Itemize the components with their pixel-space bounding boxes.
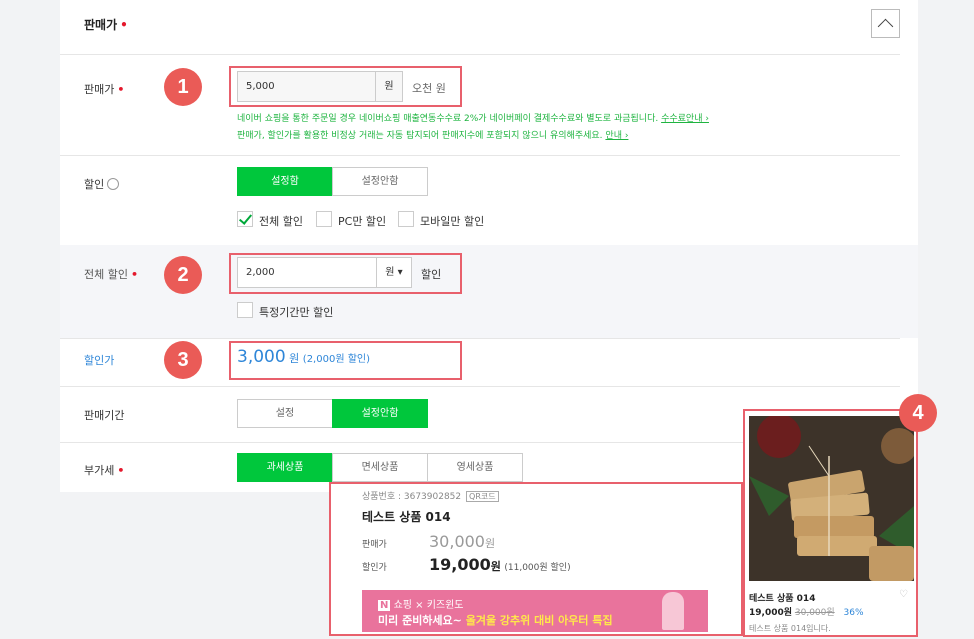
step-badge-1: 1 [164, 68, 202, 106]
all-discount-checkbox[interactable] [237, 211, 253, 227]
product-preview-card: 상품번호 : 3673902852 QR코드 테스트 상품 014 판매가 30… [329, 482, 743, 636]
highlight-box-3 [229, 341, 462, 380]
info-icon[interactable] [107, 178, 120, 190]
period-discount-checkbox[interactable] [237, 302, 253, 318]
step-badge-2: 2 [164, 256, 202, 294]
child-model-image [662, 592, 684, 630]
preview-price: 30,000원 [429, 532, 496, 551]
total-discount-label: 전체 할인 • [84, 268, 139, 281]
pc-discount-checkbox[interactable] [316, 211, 332, 227]
preview-product-name: 테스트 상품 014 [362, 510, 451, 524]
pc-discount-label: PC만 할인 [338, 215, 387, 228]
sale-price-label: 판매가 • [84, 83, 125, 96]
vat-exempt-button[interactable]: 면세상품 [332, 453, 428, 482]
mobile-discount-checkbox[interactable] [398, 211, 414, 227]
discount-price-label: 할인가 [84, 354, 115, 367]
banner-line-1: N 쇼핑 × 키즈윈도 [378, 600, 464, 611]
mobile-discount-label: 모바일만 할인 [420, 215, 485, 228]
vat-label: 부가세 • [84, 464, 125, 477]
discount-off-button[interactable]: 설정안함 [332, 167, 428, 196]
collapse-button[interactable] [871, 9, 900, 38]
all-discount-label: 전체 할인 [259, 215, 303, 228]
sale-period-on-button[interactable]: 설정 [237, 399, 333, 428]
chevron-up-icon [877, 18, 894, 35]
banner-line-2: 미리 준비하세요~ 올겨울 강추위 대비 아우터 특집 [378, 614, 613, 627]
fee-link[interactable]: 수수료안내 › [661, 114, 709, 124]
divider [60, 155, 900, 156]
preview-discount-label: 할인가 [362, 563, 387, 573]
discount-label: 할인 [84, 176, 120, 192]
sale-period-label: 판매기간 [84, 409, 125, 422]
cookie-product-image [749, 416, 914, 581]
qr-code-button[interactable]: QR코드 [466, 491, 499, 502]
abuse-link[interactable]: 안내 › [605, 131, 628, 141]
period-discount-label: 특정기간만 할인 [259, 306, 334, 319]
vat-zero-button[interactable]: 영세상품 [427, 453, 523, 482]
heart-icon[interactable]: ♡ [899, 589, 908, 600]
highlight-box-2 [229, 253, 462, 294]
divider [60, 54, 900, 55]
highlight-box-1 [229, 66, 462, 107]
thumb-description: 테스트 상품 014입니다. [749, 624, 831, 633]
section-title: 판매가 • [84, 18, 128, 32]
product-thumbnail-card: 테스트 상품 014 ♡ 19,000원 30,000원 36% 테스트 상품 … [743, 409, 918, 637]
fee-note: 네이버 쇼핑을 통한 주문일 경우 네이버쇼핑 매출연동수수료 2%가 네이버페… [237, 114, 709, 124]
preview-discount-price: 19,000원 (11,000원 할인) [429, 555, 571, 574]
naver-logo-icon: N [378, 600, 391, 611]
thumb-product-name: 테스트 상품 014 [749, 594, 816, 604]
sale-period-off-button[interactable]: 설정안함 [332, 399, 428, 428]
preview-price-label: 판매가 [362, 540, 387, 550]
product-number: 상품번호 : 3673902852 QR코드 [362, 489, 499, 502]
divider [60, 338, 900, 339]
thumb-price-row: 19,000원 30,000원 36% [749, 608, 864, 618]
abuse-note: 판매가, 할인가를 활용한 비정상 거래는 자동 탐지되어 판매지수에 포함되지… [237, 131, 629, 141]
discount-on-button[interactable]: 설정함 [237, 167, 333, 196]
promo-banner[interactable]: N 쇼핑 × 키즈윈도 미리 준비하세요~ 올겨울 강추위 대비 아우터 특집 [362, 590, 708, 632]
vat-taxable-button[interactable]: 과세상품 [237, 453, 333, 482]
divider [60, 386, 900, 387]
step-badge-4: 4 [899, 394, 937, 432]
step-badge-3: 3 [164, 341, 202, 379]
